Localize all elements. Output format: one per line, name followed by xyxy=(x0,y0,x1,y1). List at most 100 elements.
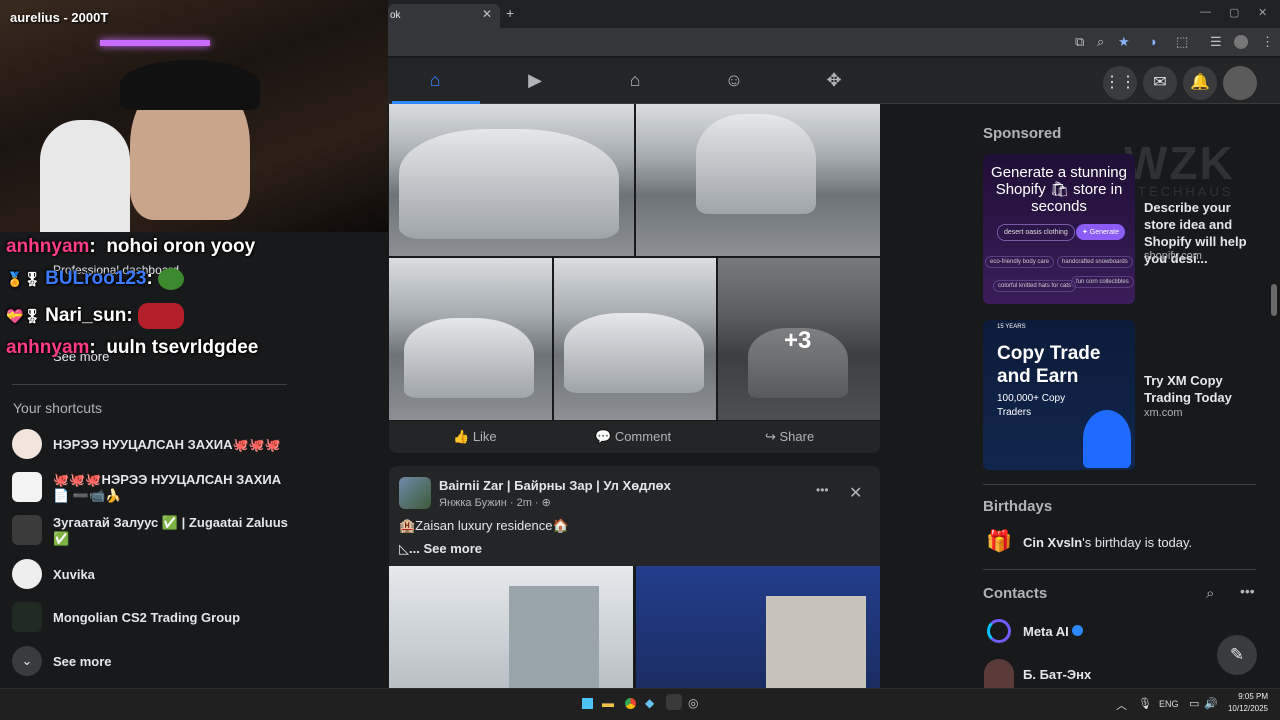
page-name[interactable]: Bairnii Zar | Байрны Зар | Ул Хөдлөх xyxy=(439,478,671,493)
shortcut-item[interactable]: Mongolian CS2 Trading Group xyxy=(12,602,292,634)
shortcut-item[interactable]: Зугаатай Залуус ✅ | Zugaatai Zaluus ✅ xyxy=(12,515,292,547)
menu-grid-icon[interactable]: ⋮⋮ xyxy=(1103,66,1137,100)
chrome-icon[interactable] xyxy=(625,698,636,709)
post-author[interactable]: Янжка Бужин xyxy=(439,497,507,509)
page-avatar[interactable] xyxy=(399,477,431,509)
groups-icon[interactable]: ☺ xyxy=(723,70,745,92)
ad-image-tag: handcrafted snowboards xyxy=(1057,256,1133,268)
page-scrollbar[interactable] xyxy=(1271,284,1277,316)
car-shape xyxy=(696,114,816,214)
chat-user: anhnyam xyxy=(6,337,90,358)
see-more-link[interactable]: ◺... See more xyxy=(399,541,482,557)
bookmark-star-icon[interactable]: ★ xyxy=(1118,34,1130,50)
chat-text: uuln tsevrldgdee xyxy=(106,337,259,358)
chat-text: nohoi oron yooy xyxy=(106,236,256,257)
ad-image-chip: desert oasis clothing xyxy=(997,224,1075,241)
contact-avatar[interactable] xyxy=(984,659,1014,688)
post-photo[interactable] xyxy=(554,258,716,420)
clock-date[interactable]: 10/12/2025 xyxy=(1226,704,1268,713)
home-icon[interactable]: ⌂ xyxy=(424,70,446,92)
explorer-icon[interactable]: ▬ xyxy=(602,696,614,710)
microphone-icon[interactable]: 🎙 xyxy=(1138,697,1152,710)
see-more-bottom-row[interactable]: ⌄ See more xyxy=(12,646,292,678)
verified-badge-icon xyxy=(1072,625,1083,636)
watermark-logo: WZK xyxy=(1124,137,1235,189)
ad-image-shopify[interactable]: Generate a stunning Shopify 🛍 store in s… xyxy=(983,154,1135,304)
meta-ai-icon xyxy=(987,619,1011,643)
volume-icon[interactable]: 🔊 xyxy=(1204,697,1218,710)
post-photo[interactable] xyxy=(636,104,880,256)
browser-menu-icon[interactable]: ⋮ xyxy=(1261,34,1274,50)
steam-icon[interactable]: ◆ xyxy=(645,696,654,710)
see-more-bottom: See more xyxy=(53,654,112,669)
shortcut-avatar xyxy=(12,515,42,545)
post2-photo[interactable] xyxy=(389,566,633,688)
gaming-icon[interactable]: ✥ xyxy=(823,70,845,92)
profile-avatar[interactable] xyxy=(1234,35,1248,49)
post-photo[interactable] xyxy=(389,258,552,420)
notifications-icon[interactable]: 🔔 xyxy=(1183,66,1217,100)
cast-icon[interactable]: ⧉ xyxy=(1075,34,1084,50)
start-icon[interactable] xyxy=(582,698,593,709)
clock-time[interactable]: 9:05 PM xyxy=(1228,692,1268,701)
building-shape xyxy=(509,586,599,688)
reading-list-icon[interactable]: ☰ xyxy=(1210,34,1222,50)
car-shape xyxy=(399,129,619,239)
new-tab-icon[interactable]: + xyxy=(506,5,514,21)
ad-domain: xm.com xyxy=(1144,407,1183,419)
birthday-text[interactable]: Cin Xvsln's birthday is today. xyxy=(1023,535,1192,550)
window-close-icon[interactable]: ✕ xyxy=(1258,6,1267,19)
post-photo[interactable] xyxy=(389,104,634,256)
ad-image-xm[interactable]: 15 YEARS Copy Trade and Earn 100,000+ Co… xyxy=(983,320,1135,470)
streamer-hair xyxy=(120,60,260,110)
ad-image-generate: ✦ Generate xyxy=(1076,224,1125,240)
contacts-title: Contacts xyxy=(983,585,1048,602)
comment-button[interactable]: 💬 Comment xyxy=(595,429,671,445)
messenger-icon[interactable]: ✉ xyxy=(1143,66,1177,100)
extension-audio-icon[interactable]: ◗ xyxy=(1150,34,1158,49)
post2-photo[interactable] xyxy=(636,566,880,688)
shortcut-label: НЭРЭЭ НУУЦАЛСАН ЗАХИА🐙🐙🐙 xyxy=(53,437,282,452)
post-time[interactable]: 2m xyxy=(517,497,532,509)
contact-name[interactable]: Б. Бат-Энх xyxy=(1023,667,1091,682)
obs-icon[interactable]: ◎ xyxy=(688,696,698,710)
share-label: Share xyxy=(779,429,815,444)
shortcut-item[interactable]: Xuvika xyxy=(12,559,292,591)
tab-close-icon[interactable]: ✕ xyxy=(482,7,492,21)
streamer-title: aurelius - 2000T xyxy=(10,10,109,25)
share-button[interactable]: ↪ Share xyxy=(765,429,814,445)
language-indicator[interactable]: ENG xyxy=(1159,699,1179,709)
network-icon[interactable]: ▭ xyxy=(1189,697,1199,710)
neon-light xyxy=(100,40,210,46)
chat-emote xyxy=(158,268,185,290)
contact-name[interactable]: Meta AI xyxy=(1023,624,1069,639)
ad-image-person xyxy=(1083,410,1131,468)
contacts-more-icon[interactable]: ••• xyxy=(1240,583,1255,599)
like-button[interactable]: 👍 Like xyxy=(453,429,497,445)
post-more-icon[interactable]: ••• xyxy=(816,483,829,497)
birthday-name: Cin Xvsln xyxy=(1023,535,1083,550)
discord-icon[interactable] xyxy=(666,694,682,710)
shortcut-label: Xuvika xyxy=(53,567,95,582)
new-message-icon[interactable]: ✎ xyxy=(1217,635,1257,675)
video-icon[interactable]: ▶ xyxy=(524,70,546,92)
chat-message: anhnyam: uuln tsevrldgdee xyxy=(6,337,259,358)
post-close-icon[interactable]: ✕ xyxy=(849,483,862,503)
marketplace-icon[interactable]: ⌂ xyxy=(624,70,646,92)
chat-emote xyxy=(138,303,185,329)
chat-message: 💝🎖 Nari_sun: xyxy=(6,303,185,329)
shortcut-item[interactable]: 🐙🐙🐙НЭРЭЭ НУУЦАЛСАН ЗАХИА📄 ➖📹🍌 xyxy=(12,472,292,504)
triangle-ruler-icon: ◺ xyxy=(399,541,409,556)
ad-domain: shopify.com xyxy=(1144,250,1202,262)
chat-user: BULroo123 xyxy=(45,268,147,290)
shortcut-item[interactable]: НЭРЭЭ НУУЦАЛСАН ЗАХИА🐙🐙🐙 xyxy=(12,429,292,461)
zoom-icon[interactable]: ⌕ xyxy=(1097,34,1104,50)
birthday-message: 's birthday is today. xyxy=(1082,535,1193,550)
account-avatar[interactable] xyxy=(1223,66,1257,100)
tray-chevron-icon[interactable]: ︿ xyxy=(1116,697,1127,713)
extensions-icon[interactable]: ⬚ xyxy=(1176,34,1188,50)
contacts-search-icon[interactable]: ⌕ xyxy=(1206,585,1214,602)
window-maximize-icon[interactable]: ▢ xyxy=(1229,6,1239,19)
ad-text[interactable]: Try XM Copy Trading Today xyxy=(1144,372,1254,406)
window-minimize-icon[interactable]: — xyxy=(1200,6,1211,18)
